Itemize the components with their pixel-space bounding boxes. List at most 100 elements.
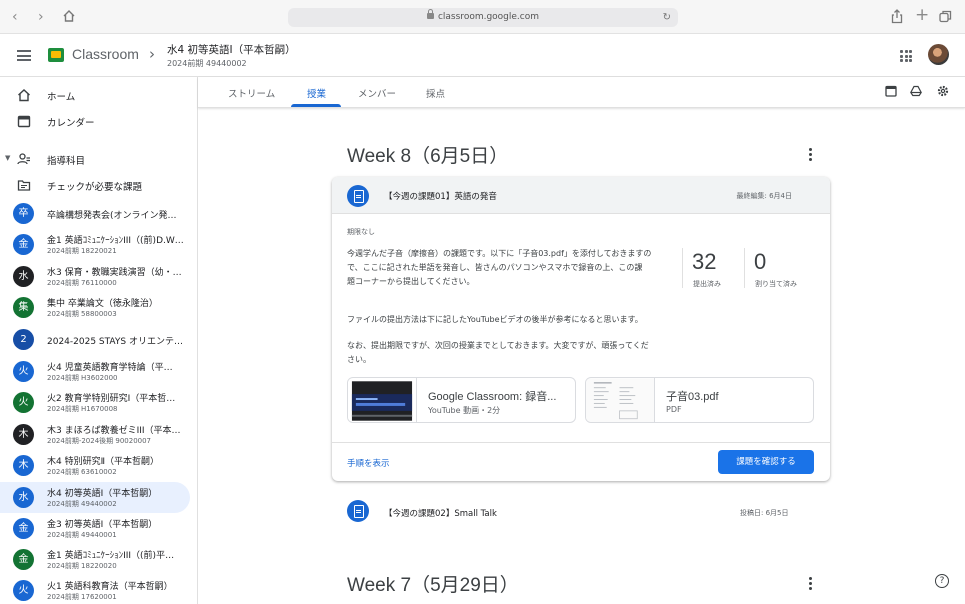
tab-classwork[interactable]: 授業 [307, 86, 326, 100]
course-name: 2024-2025 STAYS オリエンテ… [47, 337, 183, 347]
sidebar-item-to-review[interactable]: チェックが必要な課題 [0, 172, 190, 199]
attachment-title: Google Classroom: 録音... [428, 391, 557, 403]
sidebar-course-item[interactable]: 火 火4 児童英語教育学特論（平… 2024前期 H3602000 [0, 356, 190, 387]
card-footer-divider [332, 442, 830, 443]
course-section: 2024前期-2024後期 90020007 [47, 437, 152, 445]
calendar-icon[interactable] [885, 85, 897, 97]
course-name: 卒論構想発表会(オンライン発… [47, 211, 177, 221]
google-apps-icon[interactable] [900, 50, 912, 62]
course-name: 火1 英語科教育法（平本哲嗣） [47, 582, 173, 592]
attachment-pdf[interactable]: 子音03.pdf PDF [585, 377, 814, 423]
chevron-right-icon: › [149, 45, 155, 63]
settings-gear-icon[interactable] [937, 85, 949, 97]
assignment-card-header[interactable]: 【今週の課題01】英語の発音 最終編集: 6月4日 [332, 177, 830, 214]
course-avatar: 木 [13, 455, 34, 476]
home-icon[interactable] [62, 9, 76, 22]
assigned-label: 割り当て済み [755, 280, 797, 288]
course-avatar: 集 [13, 297, 34, 318]
assignment-posted-date: 投稿日: 6月5日 [740, 509, 789, 517]
main-menu-icon[interactable] [17, 50, 31, 61]
assignment-description: ファイルの提出方法は下に記したYouTubeビデオの後半が参考になると思います。 [347, 315, 643, 324]
submitted-count[interactable]: 32 [692, 249, 716, 275]
folder-review-icon [17, 180, 31, 191]
sidebar-section-label: 指導科目 [47, 156, 86, 167]
sidebar-course-item[interactable]: 集 集中 卒業論文（徳永隆治） 2024前期 58800003 [0, 292, 190, 323]
address-bar[interactable]: classroom.google.com ↻ [288, 8, 678, 27]
course-name: 水4 初等英語Ⅰ（平本哲嗣） [47, 489, 158, 499]
sidebar-item-home[interactable]: ホーム [0, 82, 190, 109]
more-options-icon[interactable] [809, 148, 813, 163]
back-icon[interactable]: ‹ [12, 8, 18, 26]
submitted-label: 提出済み [693, 280, 721, 288]
sidebar-course-item[interactable]: 卒 卒論構想発表会(オンライン発… [0, 198, 190, 229]
assignment-description: 題コーナーから提出してください。 [347, 277, 475, 286]
sidebar-course-item[interactable]: 木 木3 まほろば教養ゼミIII（平本… 2024前期-2024後期 90020… [0, 419, 190, 450]
assignment-edited-date: 最終編集: 6月4日 [736, 192, 793, 200]
tabs-overview-icon[interactable] [939, 10, 952, 23]
course-section: 2024前期 49440001 [47, 531, 117, 539]
sidebar-course-item-active[interactable]: 水 水4 初等英語Ⅰ（平本哲嗣） 2024前期 49440002 [0, 482, 190, 513]
more-options-icon[interactable] [809, 577, 813, 592]
new-tab-icon[interactable]: + [915, 6, 929, 24]
course-name: 水3 保育・教職実践演習（幼・… [47, 268, 182, 278]
sidebar: ホーム カレンダー ▼ 指導科目 チェックが必要な課題 卒 卒論構想発表会(オン… [0, 77, 198, 604]
sidebar-course-item[interactable]: 金 金1 英語ｺﾐｭﾆｹｰｼｮﾝIII（(前)D.W… 2024前期 18220… [0, 229, 190, 260]
sidebar-course-item[interactable]: 火 火1 英語科教育法（平本哲嗣） 2024前期 17620001 [0, 575, 190, 604]
course-avatar: 火 [13, 392, 34, 413]
assignment-title[interactable]: 【今週の課題01】英語の発音 [384, 190, 497, 202]
course-title[interactable]: 水4 初等英語Ⅰ（平本哲嗣） [167, 42, 296, 57]
tab-grades[interactable]: 採点 [426, 86, 445, 100]
url-text: classroom.google.com [437, 12, 540, 22]
sidebar-course-item[interactable]: 火 火2 教育学特別研究Ⅰ（平本哲… 2024前期 H1670008 [0, 387, 190, 418]
people-icon [17, 153, 30, 165]
classroom-logo-icon[interactable] [48, 48, 64, 62]
course-name: 木4 特別研究Ⅱ（平本哲嗣） [47, 457, 160, 467]
sidebar-item-label: カレンダー [47, 118, 95, 129]
course-avatar: 水 [13, 487, 34, 508]
sidebar-course-item[interactable]: 木 木4 特別研究Ⅱ（平本哲嗣） 2024前期 63610002 [0, 450, 190, 481]
course-subtitle: 2024前期 49440002 [167, 59, 247, 68]
attachment-youtube[interactable]: Google Classroom: 録音... YouTube 動画・2分 [347, 377, 576, 423]
sidebar-item-calendar[interactable]: カレンダー [0, 108, 190, 135]
assigned-count[interactable]: 0 [754, 249, 766, 275]
course-section: 2024前期 17620001 [47, 593, 117, 601]
sidebar-course-item[interactable]: 金 金1 英語ｺﾐｭﾆｹｰｼｮﾝIII（(前)平… 2024前期 1822002… [0, 544, 190, 575]
sidebar-course-item[interactable]: 水 水3 保育・教職実践演習（幼・… 2024前期 76110000 [0, 261, 190, 292]
course-avatar: 金 [13, 234, 34, 255]
sidebar-course-item[interactable]: 金 金3 初等英語Ⅰ（平本哲嗣） 2024前期 49440001 [0, 513, 190, 544]
attachment-type: PDF [666, 405, 682, 414]
assignment-icon [347, 500, 369, 522]
calendar-icon [17, 115, 31, 128]
share-icon[interactable] [890, 9, 904, 24]
google-drive-icon[interactable] [910, 85, 922, 97]
course-section: 2024前期 18220021 [47, 247, 117, 255]
profile-avatar[interactable] [928, 44, 949, 65]
reload-icon[interactable]: ↻ [663, 8, 671, 27]
browser-toolbar: ‹ › classroom.google.com ↻ + [0, 0, 965, 34]
forward-icon[interactable]: › [38, 8, 44, 26]
assignment-title[interactable]: 【今週の課題02】Small Talk [384, 507, 497, 519]
course-avatar: 火 [13, 361, 34, 382]
assignment-card-expanded: 【今週の課題01】英語の発音 最終編集: 6月4日 期限なし 今週学んだ子音（摩… [332, 177, 830, 481]
tab-stream[interactable]: ストリーム [228, 86, 275, 100]
app-name[interactable]: Classroom [72, 46, 139, 62]
caret-down-icon[interactable]: ▼ [5, 154, 10, 162]
course-section: 2024前期 58800003 [47, 310, 117, 318]
show-steps-link[interactable]: 手順を表示 [347, 457, 390, 469]
attachment-type: YouTube 動画・2分 [428, 406, 501, 415]
course-avatar: 金 [13, 549, 34, 570]
tab-people[interactable]: メンバー [358, 86, 396, 100]
attachment-title: 子音03.pdf [666, 391, 719, 403]
sidebar-item-label: チェックが必要な課題 [47, 182, 143, 193]
home-icon [18, 89, 30, 102]
course-avatar: 金 [13, 518, 34, 539]
course-name: 金1 英語ｺﾐｭﾆｹｰｼｮﾝIII（(前)D.W… [47, 236, 184, 246]
assignment-description: さい。 [347, 355, 371, 364]
sidebar-course-item[interactable]: 2 2024-2025 STAYS オリエンテ… [0, 324, 190, 355]
help-icon[interactable]: ? [935, 574, 949, 588]
course-section: 2024前期 H1670008 [47, 405, 118, 413]
sidebar-section-teaching[interactable]: ▼ 指導科目 [0, 146, 190, 173]
assignment-icon [347, 185, 369, 207]
course-name: 金3 初等英語Ⅰ（平本哲嗣） [47, 520, 158, 530]
review-assignment-button[interactable]: 課題を確認する [718, 450, 814, 474]
